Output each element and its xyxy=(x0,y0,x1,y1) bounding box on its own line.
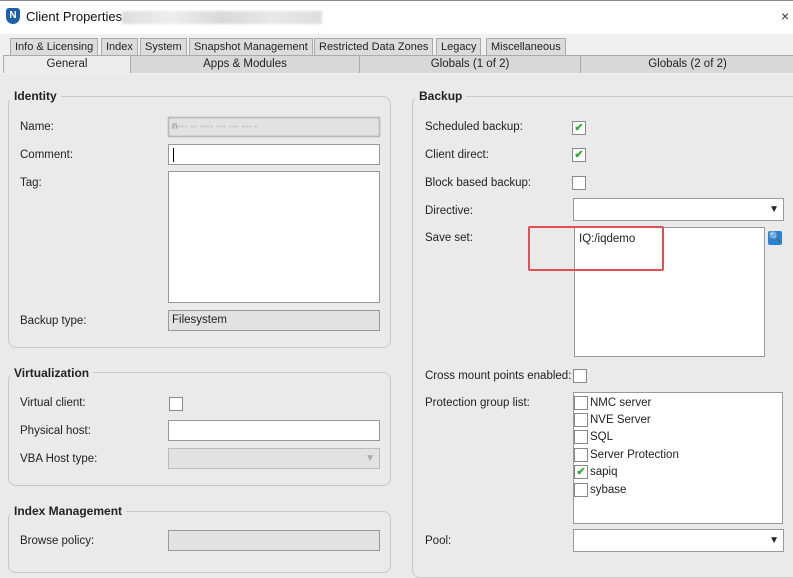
cross-mount-checkbox[interactable] xyxy=(573,369,587,383)
pool-label: Pool: xyxy=(425,535,451,547)
tab-snapshot-management[interactable]: Snapshot Management xyxy=(189,38,313,55)
tab-info-licensing[interactable]: Info & Licensing xyxy=(10,38,98,55)
tab-index[interactable]: Index xyxy=(101,38,138,55)
tab-restricted-data-zones[interactable]: Restricted Data Zones xyxy=(314,38,433,55)
scheduled-backup-checkbox[interactable]: ✔ xyxy=(572,121,586,135)
protection-group-item[interactable]: NMC server xyxy=(574,394,782,411)
protection-group-item[interactable]: Server Protection xyxy=(574,446,782,463)
browse-policy-label: Browse policy: xyxy=(20,535,94,547)
cross-mount-label: Cross mount points enabled: xyxy=(425,370,571,382)
browse-policy-select[interactable] xyxy=(168,530,380,551)
protection-group-list[interactable]: NMC server NVE Server SQL Server Protect… xyxy=(573,392,783,524)
directive-select[interactable]: ▼ xyxy=(573,198,784,221)
tab-globals-2[interactable]: Globals (2 of 2) xyxy=(580,55,793,73)
checkbox[interactable] xyxy=(574,413,588,427)
checkbox[interactable] xyxy=(574,483,588,497)
search-icon[interactable]: 🔍 xyxy=(768,231,782,245)
virtual-client-checkbox[interactable] xyxy=(169,397,183,411)
protection-group-item[interactable]: sybase xyxy=(574,481,782,498)
scheduled-backup-label: Scheduled backup: xyxy=(425,121,523,133)
client-direct-label: Client direct: xyxy=(425,149,489,161)
vba-host-type-select[interactable]: ▼ xyxy=(168,448,380,469)
redacted-hostname xyxy=(122,11,322,24)
virtualization-title: Virtualization xyxy=(10,366,93,380)
protection-group-label: Protection group list: xyxy=(425,397,530,409)
tag-textarea[interactable] xyxy=(168,171,380,303)
checkbox[interactable] xyxy=(574,396,588,410)
backup-type-label: Backup type: xyxy=(20,315,86,327)
comment-field[interactable] xyxy=(168,144,380,165)
app-logo-icon: N xyxy=(6,8,20,24)
directive-label: Directive: xyxy=(425,205,473,217)
protection-group-item[interactable]: NVE Server xyxy=(574,411,782,428)
checkbox[interactable] xyxy=(574,448,588,462)
block-based-checkbox[interactable] xyxy=(572,176,586,190)
close-button[interactable]: × xyxy=(781,8,789,24)
protection-group-item[interactable]: ✔sapiq xyxy=(574,464,782,481)
tab-system[interactable]: System xyxy=(140,38,187,55)
tab-apps-modules[interactable]: Apps & Modules xyxy=(130,55,360,73)
protection-group-item[interactable]: SQL xyxy=(574,429,782,446)
checkbox-checked[interactable]: ✔ xyxy=(574,465,588,479)
chevron-down-icon: ▼ xyxy=(365,453,375,464)
chevron-down-icon: ▼ xyxy=(769,204,779,215)
block-based-label: Block based backup: xyxy=(425,177,531,189)
save-set-label: Save set: xyxy=(425,232,473,244)
vba-host-type-label: VBA Host type: xyxy=(20,453,97,465)
client-direct-checkbox[interactable]: ✔ xyxy=(572,148,586,162)
backup-title: Backup xyxy=(415,89,466,103)
physical-host-label: Physical host: xyxy=(20,425,91,437)
tab-globals-1[interactable]: Globals (1 of 2) xyxy=(359,55,581,73)
text-cursor xyxy=(173,148,174,162)
backup-type-field: Filesystem xyxy=(168,310,380,331)
name-field[interactable]: n··· ·· ···· ··· ··· ··· · xyxy=(168,117,380,137)
virtual-client-label: Virtual client: xyxy=(20,397,86,409)
index-management-title: Index Management xyxy=(10,504,126,518)
tab-miscellaneous[interactable]: Miscellaneous xyxy=(486,38,566,55)
window-title: Client Properties - xyxy=(26,9,130,24)
checkbox[interactable] xyxy=(574,430,588,444)
tab-general[interactable]: General xyxy=(3,55,131,73)
pool-select[interactable]: ▼ xyxy=(573,529,784,552)
highlight-box xyxy=(528,226,664,271)
physical-host-input[interactable] xyxy=(168,420,380,441)
identity-title: Identity xyxy=(10,89,61,103)
comment-label: Comment: xyxy=(20,149,73,161)
chevron-down-icon: ▼ xyxy=(769,535,779,546)
tag-label: Tag: xyxy=(20,177,42,189)
tab-legacy[interactable]: Legacy xyxy=(436,38,481,55)
name-label: Name: xyxy=(20,121,54,133)
